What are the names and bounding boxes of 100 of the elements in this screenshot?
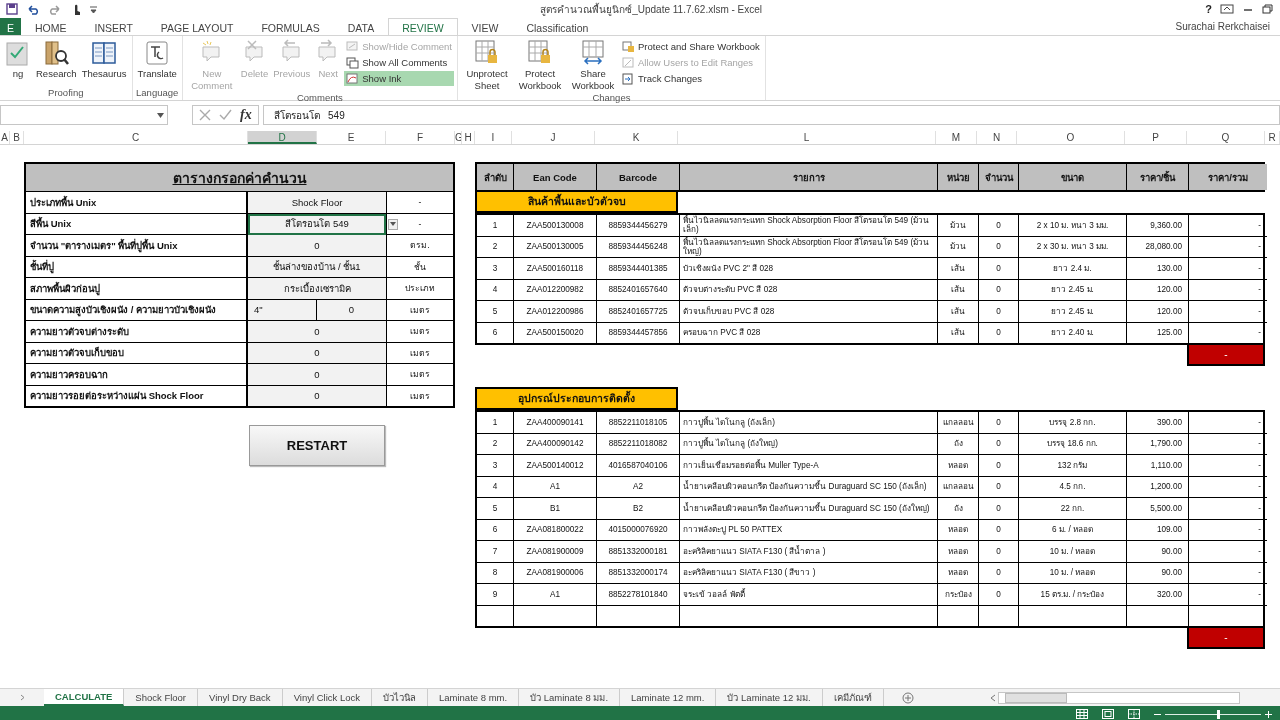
ribbon-tab[interactable]: E (0, 18, 21, 35)
input-cell[interactable]: 0 (248, 342, 386, 364)
table-cell: 8859344457856 (597, 322, 680, 343)
ribbon-tab[interactable]: REVIEW (388, 18, 458, 35)
input-cell[interactable]: 0 (248, 364, 386, 386)
slider-thumb[interactable] (1216, 709, 1220, 719)
table-cell: 109.00 (1127, 519, 1189, 541)
help-button[interactable]: ? (1205, 3, 1212, 15)
column-header[interactable]: J (512, 131, 595, 144)
column-header[interactable]: R (1265, 131, 1280, 144)
column-header[interactable]: P (1125, 131, 1187, 144)
table-cell: 0 (979, 476, 1019, 498)
table-cell: 130.00 (1127, 258, 1189, 280)
input-cell[interactable]: 0 (248, 321, 386, 343)
table-cell: 15 ตร.ม. / กระป๋อง (1019, 584, 1127, 606)
formula-field[interactable]: สีโตรอนโต 549 (262, 105, 1280, 125)
normal-view-icon[interactable] (1076, 709, 1088, 719)
table-cell: 8852211018082 (597, 433, 680, 455)
ribbon-button[interactable]: Thesaurus (79, 39, 129, 80)
table-cell: 8852278101840 (597, 584, 680, 606)
table-cell: ถัง (938, 498, 979, 520)
table-cell: 0 (979, 541, 1019, 563)
input-cell[interactable]: Shock Floor (248, 192, 386, 214)
table-cell: 1,110.00 (1127, 455, 1189, 477)
account-menu[interactable]: Surachai Rerkchaisei (1165, 18, 1280, 35)
ribbon-button[interactable]: Show All Comments (344, 55, 454, 70)
scroll-left-icon[interactable] (990, 693, 996, 702)
table-cell: - (1189, 476, 1267, 498)
table-cell: จระเข้ วอลล์ พัตตี้ (680, 584, 938, 606)
column-header[interactable]: H (462, 131, 475, 144)
ribbon-button[interactable]: Research (34, 39, 79, 80)
ribbon-button[interactable]: Translate (135, 39, 179, 80)
scroll-right-icon[interactable] (19, 694, 25, 701)
zoom-in-icon[interactable] (1265, 710, 1272, 718)
table-cell: 8852401657640 (597, 279, 680, 301)
insert-function-button[interactable]: fx (240, 107, 252, 123)
table-cell: 5,500.00 (1127, 498, 1189, 520)
input-cell[interactable]: กระเบื้องเซรามิค (248, 278, 386, 300)
column-header: ขนาด (1019, 164, 1127, 190)
table-cell: 0 (979, 412, 1019, 434)
add-sheet-icon[interactable] (901, 691, 914, 704)
column-header[interactable]: K (595, 131, 678, 144)
column-header[interactable]: E (317, 131, 386, 144)
table-cell: - (1189, 562, 1267, 584)
unit-cell: เมตร (386, 364, 453, 386)
input-cell[interactable]: สีโตรอนโต 549 (248, 213, 386, 235)
table-cell: 320.00 (1127, 584, 1189, 606)
column-header[interactable]: O (1017, 131, 1125, 144)
column-header[interactable]: B (10, 131, 24, 144)
column-header[interactable]: Q (1187, 131, 1265, 144)
table-cell: 0 (979, 584, 1019, 606)
table-cell: อะคริลิคยาแนว SIATA F130 ( สีขาว ) (680, 562, 938, 584)
restore-icon[interactable] (1262, 4, 1274, 14)
ribbon-display-icon[interactable] (1220, 4, 1234, 14)
table-cell: 6 (477, 322, 514, 343)
customize-icon[interactable] (90, 5, 97, 13)
ribbon-button[interactable]: ng (3, 39, 33, 80)
restart-button[interactable]: RESTART (249, 425, 385, 466)
table-cell: ยาว 2.45 ม. (1019, 301, 1127, 323)
table-cell: 8851332000174 (597, 562, 680, 584)
table-cell: 0 (979, 258, 1019, 280)
table-cell: 8859344456279 (597, 215, 680, 237)
ribbon-button[interactable]: Show Ink (344, 71, 454, 86)
column-header[interactable]: D (248, 131, 317, 144)
sheet-tab[interactable]: CALCULATE (44, 689, 125, 706)
input-cell[interactable]: 0 (248, 385, 386, 406)
undo-icon[interactable] (26, 3, 40, 15)
table-cell: 120.00 (1127, 279, 1189, 301)
ribbon-button[interactable]: Protect Workbook (514, 39, 566, 92)
horizontal-scrollbar[interactable] (998, 691, 1240, 704)
command-icon (346, 40, 360, 53)
ribbon-button[interactable]: Share Workbook (567, 39, 619, 92)
column-header[interactable]: L (678, 131, 936, 144)
column-header[interactable]: F (386, 131, 455, 144)
input-cell[interactable]: 0 (317, 299, 386, 321)
input-cell[interactable]: ชั้นล่างของบ้าน / ชั้น1 (248, 256, 386, 278)
page-layout-icon[interactable] (1102, 709, 1114, 719)
table-cell: หลอด (938, 455, 979, 477)
page-break-icon[interactable] (1128, 709, 1140, 719)
input-cell[interactable]: 4" (248, 299, 317, 321)
column-header[interactable]: M (936, 131, 977, 144)
input-cell[interactable]: 0 (248, 235, 386, 257)
table-cell: - (1189, 541, 1267, 563)
table-cell: อะคริลิคยาแนว SIATA F130 ( สีน้ำตาล ) (680, 541, 938, 563)
dropdown-icon[interactable] (390, 222, 396, 226)
save-icon[interactable] (6, 3, 18, 15)
redo-icon[interactable] (48, 3, 62, 15)
command-icon (91, 39, 118, 67)
command-icon (346, 72, 360, 85)
table-cell: 0 (979, 562, 1019, 584)
table-cell: 90.00 (1127, 541, 1189, 563)
dropdown-icon[interactable] (157, 112, 164, 118)
table-cell: - (1189, 412, 1267, 434)
ribbon-button[interactable]: Protect and Share Workbook (620, 39, 762, 54)
column-header[interactable]: I (475, 131, 512, 144)
column-header[interactable]: A (0, 131, 10, 144)
ribbon-button[interactable]: Unprotect Sheet (461, 39, 513, 92)
table-cell: แกลลอน (938, 476, 979, 498)
ribbon-button[interactable]: Track Changes (620, 71, 762, 86)
column-header[interactable]: N (977, 131, 1017, 144)
